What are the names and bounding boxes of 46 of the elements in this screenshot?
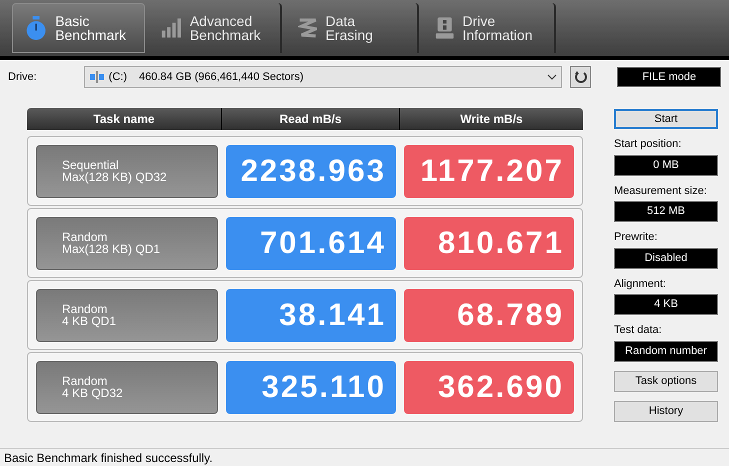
option-button[interactable]: History	[614, 400, 718, 422]
setting-label: Test data:	[614, 323, 663, 338]
task-label: Random Max(128 KB) QD1	[36, 216, 218, 270]
drive-label: Drive:	[8, 70, 38, 85]
drive-letter: (C:)	[108, 70, 127, 85]
read-value: 325.110	[226, 360, 396, 414]
task-label: Sequential Max(128 KB) QD32	[36, 144, 218, 198]
read-value: 701.614	[226, 216, 396, 270]
drive-icon	[435, 15, 454, 41]
write-value: 362.690	[404, 360, 574, 414]
setting-label: Alignment:	[614, 276, 667, 292]
column-header: Write mB/s	[399, 108, 583, 130]
setting-label: Prewrite:	[614, 230, 658, 245]
drive-size: 460.84 GB (966,461,440 Sectors)	[138, 70, 304, 85]
write-value: 810.671	[404, 216, 574, 270]
option-button[interactable]: Task options	[614, 370, 718, 392]
setting-value: Random number	[614, 340, 718, 362]
setting-label: Measurement size:	[614, 184, 708, 198]
chevron-down-icon	[546, 74, 557, 80]
task-label: Random 4 KB QD1	[36, 288, 218, 342]
setting-label: Start position:	[614, 137, 682, 152]
setting-value: Disabled	[614, 248, 718, 268]
read-value: 2238.963	[226, 144, 396, 198]
write-value: 68.789	[404, 288, 574, 342]
tab[interactable]: Advanced Benchmark	[149, 3, 282, 53]
drive-icon	[88, 71, 105, 83]
task-label: Random 4 KB QD32	[36, 360, 218, 414]
zigzag-icon	[298, 16, 318, 40]
bar-chart-icon	[161, 16, 182, 40]
tab[interactable]: Drive Information	[423, 3, 556, 53]
read-value: 38.141	[226, 288, 396, 342]
refresh-icon	[574, 70, 588, 84]
start-button[interactable]: Start	[614, 109, 718, 129]
tab[interactable]: Basic Benchmark	[12, 3, 145, 53]
setting-value: 4 KB	[614, 294, 718, 315]
refresh-button[interactable]	[570, 66, 592, 88]
status-bar: Basic Benchmark finished successfully.	[0, 448, 729, 466]
setting-value: 0 MB	[614, 154, 718, 176]
drive-dropdown[interactable]: (C:) 460.84 GB (966,461,440 Sectors)	[84, 66, 562, 88]
stopwatch-icon	[25, 13, 48, 43]
column-header: Read mB/s	[221, 108, 399, 130]
setting-value: 512 MB	[614, 201, 718, 222]
column-header: Task name	[92, 111, 156, 128]
tab[interactable]: Data Erasing	[286, 3, 419, 53]
mode-display: FILE mode	[617, 67, 721, 87]
write-value: 1177.207	[404, 144, 574, 198]
